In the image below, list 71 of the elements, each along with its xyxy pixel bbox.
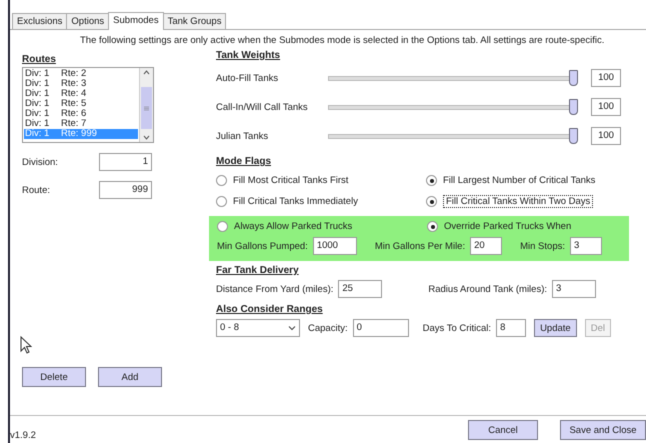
slider-label: Auto-Fill Tanks — [216, 72, 280, 84]
section-heading: Routes — [22, 54, 56, 65]
field-label: Days To Critical: — [422, 322, 492, 334]
input-field[interactable]: 999 — [99, 181, 152, 199]
list-item[interactable]: Div: 1 Rte: 3 — [24, 79, 138, 89]
radio-button[interactable] — [216, 175, 227, 186]
tab[interactable]: Submodes — [108, 12, 164, 30]
section-heading: Also Consider Ranges — [216, 304, 323, 315]
slider-label: Julian Tanks — [216, 130, 270, 142]
cursor-icon — [20, 336, 32, 354]
slider-thumb[interactable] — [569, 128, 578, 144]
radio-label[interactable]: Always Allow Parked Trucks — [234, 221, 352, 232]
scrollbar[interactable] — [139, 68, 153, 142]
scroll-down-icon[interactable] — [142, 133, 151, 142]
slider-label: Call-In/Will Call Tanks — [216, 102, 309, 112]
input-field[interactable]: 20 — [470, 237, 502, 255]
scroll-thumb[interactable] — [141, 87, 152, 129]
input-field[interactable]: 3 — [552, 280, 596, 298]
list-item[interactable]: Div: 1 Rte: 6 — [24, 109, 138, 119]
radio-button[interactable] — [426, 175, 437, 186]
list-item[interactable]: Div: 1 Rte: 4 — [24, 89, 138, 99]
value-field[interactable]: 100 — [591, 69, 621, 87]
value-field[interactable]: 100 — [591, 127, 621, 145]
input-field[interactable]: 0 — [352, 319, 409, 337]
section-heading: Far Tank Delivery — [216, 265, 299, 276]
radio-button[interactable] — [426, 196, 437, 207]
action-button[interactable]: Update — [534, 319, 577, 337]
slider[interactable] — [328, 70, 578, 86]
radio-label[interactable]: Fill Most Critical Tanks First — [233, 175, 348, 186]
slider-thumb[interactable] — [569, 70, 578, 86]
radio-button[interactable] — [217, 221, 228, 232]
input-field[interactable]: 1000 — [312, 237, 357, 255]
radio-button[interactable] — [216, 196, 227, 207]
tab[interactable]: Options — [66, 13, 110, 29]
section-heading: Mode Flags — [216, 156, 272, 167]
scroll-up-icon[interactable] — [142, 68, 151, 77]
field-label: Min Gallons Per Mile: — [374, 240, 466, 252]
list-item[interactable]: Div: 1 Rte: 7 — [24, 119, 138, 129]
field-label: Division: — [22, 156, 58, 168]
input-field[interactable]: 8 — [496, 319, 526, 337]
tab[interactable]: Exclusions — [12, 13, 68, 29]
action-button[interactable]: Delete — [22, 367, 86, 387]
range-dropdown[interactable]: 0 - 8 — [216, 319, 300, 337]
input-field[interactable]: 1 — [99, 153, 152, 171]
slider-thumb[interactable] — [569, 99, 578, 115]
input-field[interactable]: 25 — [338, 280, 382, 298]
action-button[interactable]: Add — [98, 367, 162, 387]
info-text: The following settings are only active when the Submodes mode is selected in the Options tab. All settings are route-specific. — [80, 35, 606, 46]
action-button[interactable]: Save and Close — [560, 420, 646, 440]
field-label: Radius Around Tank (miles): — [428, 284, 548, 294]
tab[interactable]: Tank Groups — [162, 13, 226, 29]
radio-label[interactable]: Fill Critical Tanks Immediately — [233, 196, 358, 207]
list-item[interactable]: Div: 1 Rte: 2 — [24, 69, 138, 79]
chevron-down-icon — [288, 325, 296, 331]
radio-label[interactable]: Override Parked Trucks When — [444, 221, 572, 232]
field-label: Distance From Yard (miles): — [216, 284, 334, 294]
field-label: Min Stops: — [520, 240, 565, 252]
section-heading: Tank Weights — [216, 50, 280, 61]
radio-label[interactable]: Fill Critical Tanks Within Two Days — [443, 195, 594, 208]
field-label: Min Gallons Pumped: — [217, 240, 308, 252]
slider[interactable] — [328, 128, 578, 144]
input-field[interactable]: 3 — [570, 237, 602, 255]
list-item[interactable]: Div: 1 Rte: 5 — [24, 99, 138, 109]
radio-label[interactable]: Fill Largest Number of Critical Tanks — [443, 175, 596, 186]
slider[interactable] — [328, 99, 578, 115]
action-button[interactable]: Cancel — [468, 420, 538, 440]
field-label: Route: — [22, 184, 50, 196]
value-field[interactable]: 100 — [591, 98, 621, 116]
radio-button[interactable] — [427, 221, 438, 232]
version-text: v1.9.2 — [10, 430, 36, 441]
field-label: Capacity: — [308, 322, 348, 334]
